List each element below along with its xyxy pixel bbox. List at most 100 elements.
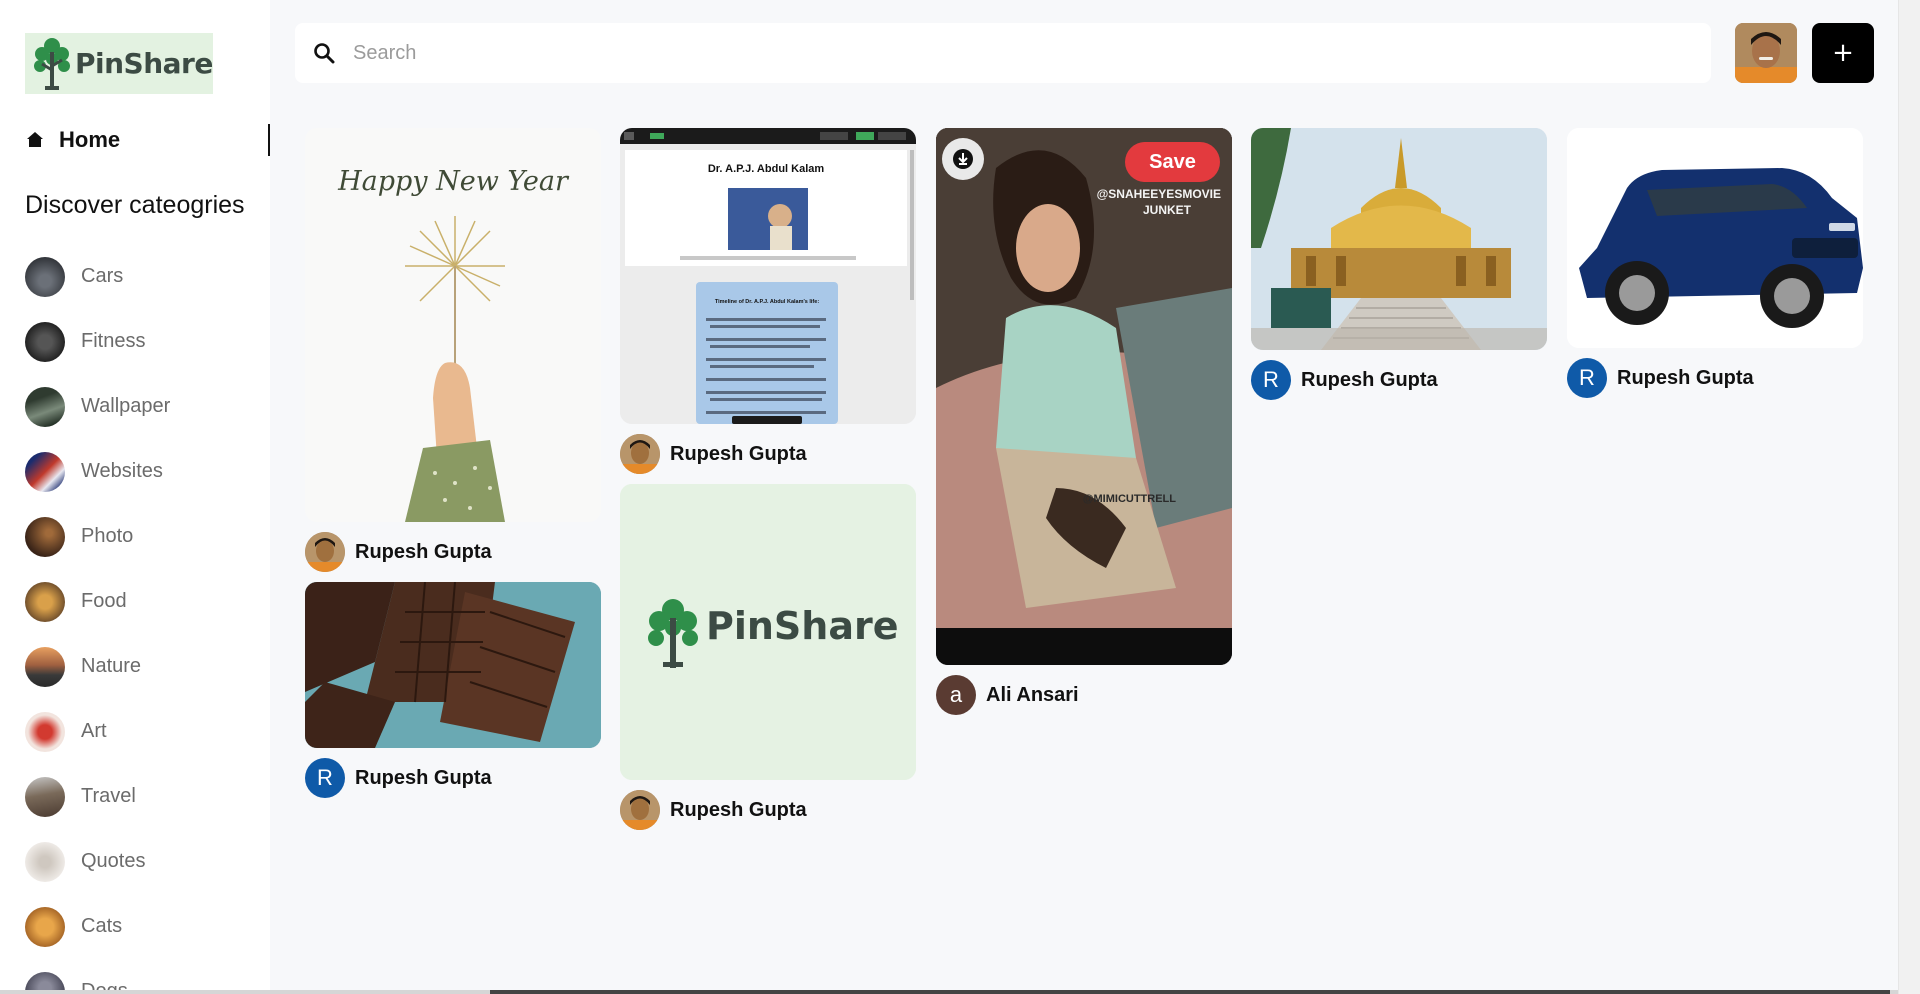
category-item-art[interactable]: Art bbox=[25, 699, 265, 764]
pin-image[interactable]: Happy New Year bbox=[305, 128, 601, 522]
pin-author[interactable]: R Rupesh Gupta bbox=[1251, 360, 1547, 400]
discover-categories-heading: Discover cateogries bbox=[25, 191, 245, 219]
pin-author[interactable]: a Ali Ansari bbox=[936, 675, 1232, 715]
category-thumbnail bbox=[25, 906, 65, 947]
category-item-websites[interactable]: Websites bbox=[25, 439, 265, 504]
pin-author[interactable]: R Rupesh Gupta bbox=[1567, 358, 1863, 398]
category-label: Art bbox=[81, 720, 107, 742]
create-pin-button[interactable]: + bbox=[1812, 23, 1874, 83]
new-year-illustration: Happy New Year bbox=[337, 166, 570, 522]
category-label: Travel bbox=[81, 785, 136, 807]
portrait-photo: @SNAHEEYESMOVIE JUNKET @MIMICUTTRELL bbox=[936, 128, 1232, 665]
vertical-scrollbar[interactable] bbox=[1898, 0, 1920, 994]
author-name: Rupesh Gupta bbox=[355, 766, 492, 789]
pin-card[interactable]: @SNAHEEYESMOVIE JUNKET @MIMICUTTRELL Sav… bbox=[936, 128, 1232, 715]
nav-home[interactable]: Home bbox=[25, 124, 270, 156]
timeline-heading: Timeline of Dr. A.P.J. Abdul Kalam's lif… bbox=[715, 299, 819, 305]
category-item-travel[interactable]: Travel bbox=[25, 764, 265, 829]
category-item-food[interactable]: Food bbox=[25, 569, 265, 634]
author-avatar bbox=[620, 434, 660, 474]
overlay-text: @SNAHEEYESMOVIE bbox=[1097, 187, 1221, 201]
scrollbar-thumb[interactable] bbox=[490, 990, 1890, 994]
pin-card[interactable]: R Rupesh Gupta bbox=[305, 582, 601, 798]
category-thumbnail bbox=[25, 711, 65, 752]
tree-logo-icon bbox=[34, 37, 70, 90]
category-label: Food bbox=[81, 590, 127, 612]
author-name: Ali Ansari bbox=[986, 683, 1079, 706]
author-avatar bbox=[620, 790, 660, 830]
author-avatar: R bbox=[305, 758, 345, 798]
category-item-quotes[interactable]: Quotes bbox=[25, 829, 265, 894]
author-name: Rupesh Gupta bbox=[355, 540, 492, 563]
category-thumbnail bbox=[25, 516, 65, 557]
category-item-dogs[interactable]: Dogs bbox=[25, 959, 265, 994]
author-avatar bbox=[305, 532, 345, 572]
user-photo bbox=[1735, 23, 1797, 83]
category-label: Fitness bbox=[81, 330, 146, 352]
category-thumbnail bbox=[25, 776, 65, 817]
home-icon bbox=[27, 132, 43, 147]
profile-avatar-button[interactable] bbox=[1735, 23, 1797, 83]
horizontal-scrollbar[interactable] bbox=[0, 990, 1898, 994]
sidebar: PinShare Home Discover cateogries Cars F… bbox=[0, 0, 270, 994]
author-avatar: R bbox=[1567, 358, 1607, 398]
pin-image[interactable]: @SNAHEEYESMOVIE JUNKET @MIMICUTTRELL Sav… bbox=[936, 128, 1232, 665]
category-thumbnail bbox=[25, 451, 65, 492]
overlay-text: @MIMICUTTRELL bbox=[1083, 493, 1176, 505]
logo-text: PinShare bbox=[75, 47, 213, 80]
download-button[interactable] bbox=[942, 138, 984, 180]
category-label: Cats bbox=[81, 915, 123, 937]
pin-card[interactable]: Dr. A.P.J. Abdul Kalam Timeline of Dr. A… bbox=[620, 128, 916, 474]
overlay-text: JUNKET bbox=[1143, 203, 1192, 217]
category-thumbnail bbox=[25, 256, 65, 297]
search-input[interactable] bbox=[351, 40, 1651, 66]
pin-author[interactable]: Rupesh Gupta bbox=[305, 532, 601, 572]
author-name: Rupesh Gupta bbox=[670, 442, 807, 465]
save-button[interactable]: Save bbox=[1125, 142, 1220, 182]
category-label: Quotes bbox=[81, 850, 146, 872]
category-item-wallpaper[interactable]: Wallpaper bbox=[25, 374, 265, 439]
pin-card[interactable]: R Rupesh Gupta bbox=[1567, 128, 1863, 398]
suv-photo bbox=[1567, 128, 1863, 348]
category-thumbnail bbox=[25, 841, 65, 882]
pagoda-photo bbox=[1251, 128, 1547, 350]
category-item-photo[interactable]: Photo bbox=[25, 504, 265, 569]
pin-image[interactable]: Dr. A.P.J. Abdul Kalam Timeline of Dr. A… bbox=[620, 128, 916, 424]
category-label: Wallpaper bbox=[81, 395, 171, 417]
pin-author[interactable]: Rupesh Gupta bbox=[620, 790, 916, 830]
category-thumbnail bbox=[25, 646, 65, 687]
website-screenshot: Dr. A.P.J. Abdul Kalam Timeline of Dr. A… bbox=[620, 128, 916, 424]
page-heading: Dr. A.P.J. Abdul Kalam bbox=[708, 163, 825, 175]
category-thumbnail bbox=[25, 581, 65, 622]
pin-image[interactable] bbox=[305, 582, 601, 748]
search-bar[interactable] bbox=[295, 23, 1711, 83]
pin-card[interactable]: PinShare Rupesh Gupta bbox=[620, 484, 916, 830]
category-item-fitness[interactable]: Fitness bbox=[25, 309, 265, 374]
search-icon bbox=[314, 43, 335, 64]
home-label: Home bbox=[59, 127, 121, 152]
pin-image[interactable] bbox=[1567, 128, 1863, 348]
pin-card[interactable]: R Rupesh Gupta bbox=[1251, 128, 1547, 400]
author-name: Rupesh Gupta bbox=[1301, 368, 1438, 391]
author-name: Rupesh Gupta bbox=[1617, 366, 1754, 389]
pin-author[interactable]: R Rupesh Gupta bbox=[305, 758, 601, 798]
category-label: Nature bbox=[81, 655, 142, 677]
category-thumbnail bbox=[25, 321, 65, 362]
category-label: Photo bbox=[81, 525, 134, 547]
pin-image[interactable]: PinShare bbox=[620, 484, 916, 780]
author-name: Rupesh Gupta bbox=[670, 798, 807, 821]
greeting-text: Happy New Year bbox=[337, 166, 570, 197]
category-item-cars[interactable]: Cars bbox=[25, 244, 265, 309]
pin-image[interactable] bbox=[1251, 128, 1547, 350]
category-label: Cars bbox=[81, 265, 124, 287]
author-avatar: R bbox=[1251, 360, 1291, 400]
category-item-nature[interactable]: Nature bbox=[25, 634, 265, 699]
category-item-cats[interactable]: Cats bbox=[25, 894, 265, 959]
chocolate-photo bbox=[305, 582, 601, 748]
download-icon bbox=[953, 149, 973, 169]
pin-card[interactable]: Happy New Year Rupesh Gupta bbox=[305, 128, 601, 572]
pin-author[interactable]: Rupesh Gupta bbox=[620, 434, 916, 474]
pinshare-logo-image: PinShare bbox=[620, 484, 916, 780]
category-label: Websites bbox=[81, 460, 163, 482]
pinshare-logo[interactable]: PinShare bbox=[25, 33, 213, 94]
